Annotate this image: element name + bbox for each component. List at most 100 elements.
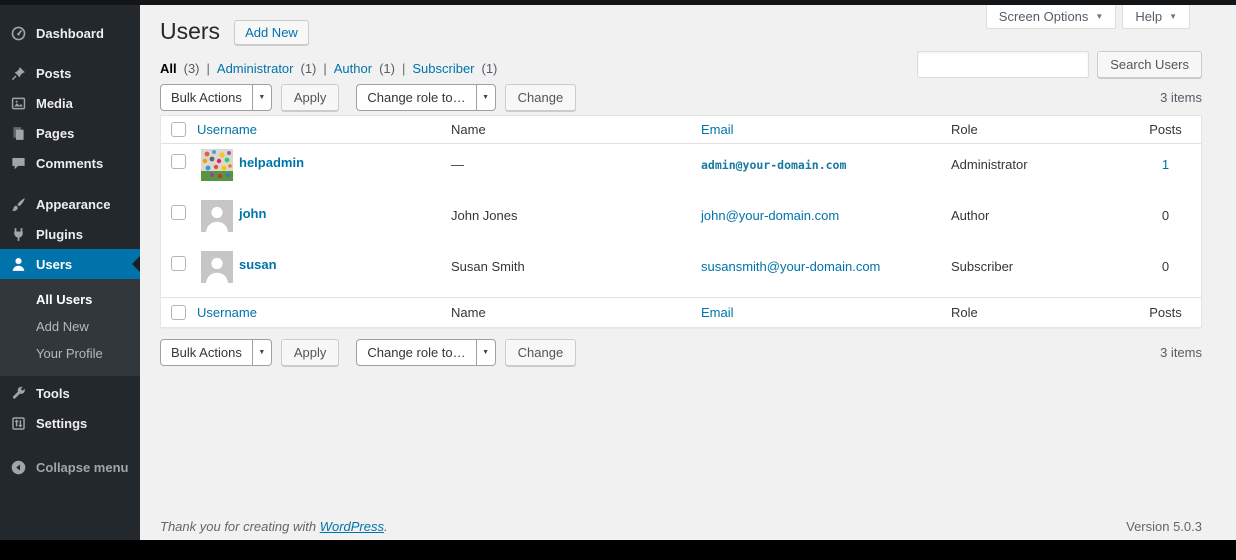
items-count: 3 items: [1160, 90, 1202, 105]
content-area: Screen Options ▼ Help ▼ Users Add New Al…: [140, 5, 1236, 540]
email-link[interactable]: susansmith@your-domain.com: [701, 259, 880, 274]
sidebar-item-dashboard[interactable]: Dashboard: [0, 18, 140, 48]
sidebar-item-label: Appearance: [36, 197, 110, 212]
name-column-header: Name: [451, 122, 486, 137]
filter-all-count: (3): [184, 61, 200, 76]
tablenav-bottom: Bulk Actions ▼ Apply Change role to… ▼ C…: [160, 338, 1202, 366]
sidebar-item-settings[interactable]: Settings: [0, 408, 140, 438]
items-count: 3 items: [1160, 345, 1202, 360]
username-link[interactable]: susan: [239, 257, 277, 272]
sidebar-item-media[interactable]: Media: [0, 88, 140, 118]
filter-author-link[interactable]: Author: [334, 61, 372, 76]
sidebar-item-tools[interactable]: Tools: [0, 378, 140, 408]
email-link[interactable]: john@your-domain.com: [701, 208, 839, 223]
active-menu-arrow: [132, 256, 140, 272]
footer-period: .: [384, 519, 388, 534]
select-caret-icon: ▼: [476, 340, 495, 365]
help-button[interactable]: Help ▼: [1122, 5, 1190, 29]
search-users-input[interactable]: [917, 51, 1089, 78]
avatar: [201, 251, 233, 283]
sidebar-item-appearance[interactable]: Appearance: [0, 189, 140, 219]
change-button[interactable]: Change: [505, 339, 577, 366]
comment-bubble-icon: [8, 153, 28, 173]
username-link[interactable]: helpadmin: [239, 155, 304, 170]
submenu-item-add-new[interactable]: Add New: [0, 313, 140, 340]
screen-options-button[interactable]: Screen Options ▼: [986, 5, 1117, 29]
select-caret-icon: ▼: [476, 85, 495, 110]
username-link[interactable]: john: [239, 206, 266, 221]
table-row: helpadmin — admin@your-domain.com Admini…: [161, 144, 1201, 195]
sidebar-item-label: Tools: [36, 386, 70, 401]
bulk-actions-select[interactable]: Bulk Actions ▼: [160, 84, 272, 111]
avatar: [201, 149, 233, 181]
posts-count-link[interactable]: 1: [1162, 157, 1169, 172]
change-role-select[interactable]: Change role to… ▼: [356, 339, 495, 366]
sidebar-item-label: Collapse menu: [36, 460, 128, 475]
sidebar-item-label: Users: [36, 257, 72, 272]
admin-footer: Thank you for creating with WordPress. V…: [160, 519, 1202, 540]
apply-button[interactable]: Apply: [281, 339, 340, 366]
screen-options-label: Screen Options: [999, 9, 1089, 24]
pages-icon: [8, 123, 28, 143]
sidebar-item-users[interactable]: Users: [0, 249, 140, 279]
sidebar-item-plugins[interactable]: Plugins: [0, 219, 140, 249]
user-icon: [8, 254, 28, 274]
table-footer-header-row: Username Name Email Role Posts: [161, 297, 1201, 327]
filter-subscriber-link[interactable]: Subscriber: [412, 61, 474, 76]
sidebar-item-comments[interactable]: Comments: [0, 148, 140, 178]
bulk-actions-select[interactable]: Bulk Actions ▼: [160, 339, 272, 366]
table-header-row: Username Name Email Role Posts: [161, 116, 1201, 144]
screen-meta-links: Screen Options ▼ Help ▼: [986, 5, 1190, 29]
user-search-box: Search Users: [917, 51, 1202, 78]
help-label: Help: [1135, 9, 1162, 24]
filter-separator: |: [207, 61, 210, 76]
email-link[interactable]: admin@your-domain.com: [701, 158, 846, 172]
select-all-checkbox[interactable]: [171, 122, 186, 137]
sort-username-header[interactable]: Username: [197, 122, 257, 137]
sort-email-header[interactable]: Email: [701, 122, 734, 137]
dashboard-icon: [8, 23, 28, 43]
plug-icon: [8, 224, 28, 244]
sidebar-item-posts[interactable]: Posts: [0, 58, 140, 88]
pushpin-icon: [8, 63, 28, 83]
sidebar-item-label: Posts: [36, 66, 71, 81]
filter-all-label: All: [160, 61, 177, 76]
footer-thanks-prefix: Thank you for creating with: [160, 519, 316, 534]
collapse-menu-button[interactable]: Collapse menu: [0, 452, 140, 482]
user-name: Susan Smith: [451, 259, 525, 274]
filter-label: Administrator: [217, 61, 294, 76]
table-row: susan Susan Smith susansmith@your-domain…: [161, 246, 1201, 297]
settings-sliders-icon: [8, 413, 28, 433]
sort-email-header[interactable]: Email: [701, 305, 734, 320]
select-all-checkbox[interactable]: [171, 305, 186, 320]
filter-count: (1): [482, 61, 498, 76]
sidebar-item-pages[interactable]: Pages: [0, 118, 140, 148]
change-button[interactable]: Change: [505, 84, 577, 111]
wordpress-link[interactable]: WordPress: [320, 519, 384, 534]
change-role-select[interactable]: Change role to… ▼: [356, 84, 495, 111]
role-column-header: Role: [951, 122, 978, 137]
submenu-item-all-users[interactable]: All Users: [0, 286, 140, 313]
row-checkbox[interactable]: [171, 205, 186, 220]
users-submenu: All Users Add New Your Profile: [0, 279, 140, 376]
row-checkbox[interactable]: [171, 154, 186, 169]
add-new-button[interactable]: Add New: [234, 20, 309, 45]
filter-all-link[interactable]: All: [160, 61, 177, 76]
row-checkbox[interactable]: [171, 256, 186, 271]
page-title: Users: [160, 17, 220, 47]
chevron-down-icon: ▼: [1095, 12, 1103, 21]
submenu-item-your-profile[interactable]: Your Profile: [0, 340, 140, 367]
bulk-actions-selected-value: Bulk Actions: [161, 340, 252, 365]
filter-label: Subscriber: [412, 61, 474, 76]
sort-username-header[interactable]: Username: [197, 305, 257, 320]
apply-button[interactable]: Apply: [281, 84, 340, 111]
search-users-button[interactable]: Search Users: [1097, 51, 1202, 78]
select-caret-icon: ▼: [252, 85, 271, 110]
media-icon: [8, 93, 28, 113]
user-name: John Jones: [451, 208, 518, 223]
filter-row: All (3) | Administrator (1) | Author (1)…: [160, 51, 1202, 78]
select-caret-icon: ▼: [252, 340, 271, 365]
filter-administrator-link[interactable]: Administrator: [217, 61, 294, 76]
collapse-arrow-icon: [8, 457, 28, 477]
chevron-down-icon: ▼: [1169, 12, 1177, 21]
